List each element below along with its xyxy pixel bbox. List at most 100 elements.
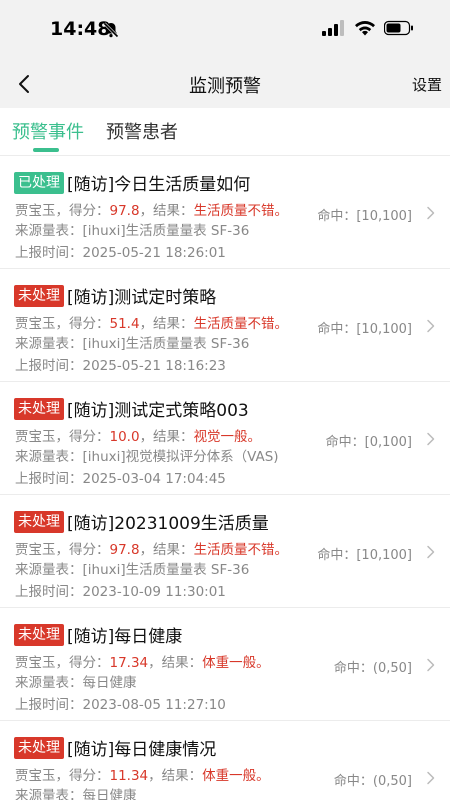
chevron-right-icon <box>427 658 435 672</box>
event-title: [随访]每日健康 <box>67 627 183 647</box>
result-value: 视觉一般。 <box>193 429 262 445</box>
score-label: ，得分： <box>55 768 110 784</box>
source-value: [ihuxi]生活质量量表 SF-36 <box>82 562 250 578</box>
time-value: 2025-03-04 17:04:45 <box>82 471 226 487</box>
event-score-line: 贾宝玉，得分：51.4，结果：生活质量不错。 <box>15 312 288 332</box>
patient-name: 贾宝玉 <box>15 429 56 445</box>
score-label: ，得分： <box>55 316 110 332</box>
score-label: ，得分： <box>55 542 110 558</box>
event-card-header: 未处理 [随访]每日健康 <box>14 622 182 647</box>
time-value: 2025-05-21 18:16:23 <box>82 358 226 374</box>
event-title: [随访]测试定式策略003 <box>67 401 249 421</box>
source-label: 来源量表： <box>15 675 83 691</box>
event-card[interactable]: 未处理 [随访]20231009生活质量 贾宝玉，得分：97.8，结果：生活质量… <box>0 495 450 608</box>
nav-bar: 监测预警 设置 <box>0 60 450 108</box>
event-card[interactable]: 未处理 [随访]测试定时策略 贾宝玉，得分：51.4，结果：生活质量不错。 来源… <box>0 269 450 382</box>
event-card[interactable]: 未处理 [随访]测试定式策略003 贾宝玉，得分：10.0，结果：视觉一般。 来… <box>0 382 450 495</box>
hit-range: 命中：[10,100] <box>317 205 412 224</box>
hit-value: (0,50] <box>372 774 412 789</box>
hit-value: [10,100] <box>356 322 412 337</box>
bell-muted-icon <box>103 22 119 38</box>
result-label: ，结果： <box>148 768 203 784</box>
hit-label: 命中： <box>317 548 357 563</box>
hit-value: [10,100] <box>356 548 412 563</box>
event-source-line: 来源量表：[ihuxi]生活质量量表 SF-36 <box>15 332 249 352</box>
score-value: 97.8 <box>109 542 140 558</box>
score-value: 11.34 <box>109 768 149 784</box>
chevron-right-icon <box>427 319 435 333</box>
chevron-right-icon <box>427 206 435 220</box>
event-score-line: 贾宝玉，得分：17.34，结果：体重一般。 <box>15 651 270 671</box>
result-value: 生活质量不错。 <box>193 316 289 332</box>
time-label: 上报时间： <box>15 245 83 261</box>
result-value: 生活质量不错。 <box>193 542 289 558</box>
score-value: 10.0 <box>109 429 140 445</box>
status-bar: 14:48 <box>0 0 450 60</box>
page-title: 监测预警 <box>189 76 261 97</box>
time-label: 上报时间： <box>15 471 83 487</box>
event-score-line: 贾宝玉，得分：97.8，结果：生活质量不错。 <box>15 199 288 219</box>
result-label: ，结果： <box>148 655 203 671</box>
event-time-line: 上报时间：2023-10-09 11:30:01 <box>15 580 226 600</box>
event-source-line: 来源量表：[ihuxi]生活质量量表 SF-36 <box>15 219 249 239</box>
event-card-header: 未处理 [随访]每日健康情况 <box>14 735 216 760</box>
score-label: ，得分： <box>55 655 110 671</box>
score-value: 17.34 <box>109 655 149 671</box>
hit-value: (0,50] <box>372 661 412 676</box>
active-tab-indicator <box>33 148 59 152</box>
event-card-header: 未处理 [随访]测试定式策略003 <box>14 396 249 421</box>
hit-label: 命中： <box>333 661 373 676</box>
status-badge: 未处理 <box>14 510 64 533</box>
hit-range: 命中：(0,50] <box>334 657 412 676</box>
hit-label: 命中： <box>325 435 365 450</box>
hit-label: 命中： <box>317 322 357 337</box>
event-title: [随访]今日生活质量如何 <box>67 175 251 195</box>
event-title: [随访]20231009生活质量 <box>67 514 269 534</box>
result-value: 生活质量不错。 <box>193 203 289 219</box>
settings-button[interactable]: 设置 <box>412 74 442 95</box>
result-value: 体重一般。 <box>202 768 270 784</box>
tab-warning-events[interactable]: 预警事件 <box>12 118 84 144</box>
event-source-line: 来源量表：[ihuxi]视觉模拟评分体系（VAS) <box>15 445 279 465</box>
time-value: 2023-10-09 11:30:01 <box>82 584 226 600</box>
event-time-line: 上报时间：2023-08-05 11:27:10 <box>15 693 226 713</box>
source-value: 每日健康 <box>82 788 137 800</box>
score-value: 51.4 <box>109 316 140 332</box>
patient-name: 贾宝玉 <box>15 768 56 784</box>
time-value: 2023-08-05 11:27:10 <box>82 697 226 713</box>
status-badge: 已处理 <box>14 171 64 194</box>
event-card[interactable]: 未处理 [随访]每日健康情况 贾宝玉，得分：11.34，结果：体重一般。 来源量… <box>0 721 450 800</box>
patient-name: 贾宝玉 <box>15 203 56 219</box>
event-time-line: 上报时间：2025-05-21 18:26:01 <box>15 241 226 261</box>
event-source-line: 来源量表：每日健康 <box>15 784 137 800</box>
time-label: 上报时间： <box>15 358 83 374</box>
source-label: 来源量表： <box>15 336 83 352</box>
hit-range: 命中：(0,50] <box>334 770 412 789</box>
status-badge: 未处理 <box>14 397 64 420</box>
source-label: 来源量表： <box>15 562 83 578</box>
source-value: 每日健康 <box>82 675 137 691</box>
status-indicators <box>322 20 414 36</box>
event-title: [随访]测试定时策略 <box>67 288 217 308</box>
event-card[interactable]: 已处理 [随访]今日生活质量如何 贾宝玉，得分：97.8，结果：生活质量不错。 … <box>0 156 450 269</box>
event-card-header: 未处理 [随访]测试定时策略 <box>14 283 216 308</box>
event-card[interactable]: 未处理 [随访]每日健康 贾宝玉，得分：17.34，结果：体重一般。 来源量表：… <box>0 608 450 721</box>
time-label: 上报时间： <box>15 584 83 600</box>
event-score-line: 贾宝玉，得分：97.8，结果：生活质量不错。 <box>15 538 288 558</box>
result-label: ，结果： <box>139 429 194 445</box>
time-value: 2025-05-21 18:26:01 <box>82 245 226 261</box>
tab-warning-patients[interactable]: 预警患者 <box>106 118 178 144</box>
event-score-line: 贾宝玉，得分：10.0，结果：视觉一般。 <box>15 425 261 445</box>
status-badge: 未处理 <box>14 284 64 307</box>
wifi-icon <box>355 21 375 36</box>
result-label: ，结果： <box>139 316 194 332</box>
score-label: ，得分： <box>55 429 110 445</box>
patient-name: 贾宝玉 <box>15 655 56 671</box>
event-card-header: 未处理 [随访]20231009生活质量 <box>14 509 269 534</box>
patient-name: 贾宝玉 <box>15 542 56 558</box>
event-list: 已处理 [随访]今日生活质量如何 贾宝玉，得分：97.8，结果：生活质量不错。 … <box>0 156 450 800</box>
hit-range: 命中：[10,100] <box>317 544 412 563</box>
hit-value: [10,100] <box>356 209 412 224</box>
status-badge: 未处理 <box>14 623 64 646</box>
source-label: 来源量表： <box>15 223 83 239</box>
